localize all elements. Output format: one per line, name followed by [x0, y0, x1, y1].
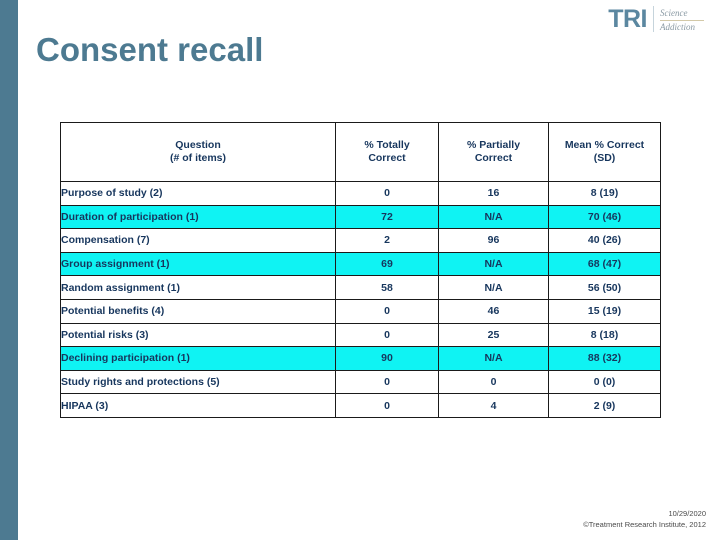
logo-divider	[653, 6, 654, 32]
cell-mean: 56 (50)	[548, 275, 661, 300]
cell-partially: 46	[438, 298, 549, 324]
column-header-question-line2: (# of items)	[169, 152, 226, 164]
table-row: Potential benefits (4) 0 46 15 (19)	[60, 298, 661, 324]
cell-totally: 0	[335, 181, 439, 206]
cell-mean: 70 (46)	[548, 204, 661, 230]
consent-recall-table: Question (# of items) % Totally Correct …	[60, 122, 661, 418]
table-row: HIPAA (3) 0 4 2 (9)	[60, 393, 661, 418]
cell-mean: 40 (26)	[548, 228, 661, 253]
cell-partially: 96	[438, 228, 549, 253]
cell-totally: 0	[335, 393, 439, 418]
cell-mean: 8 (19)	[548, 181, 661, 206]
cell-question: Study rights and protections (5)	[60, 369, 336, 395]
cell-question: Random assignment (1)	[60, 275, 336, 300]
table-row: Random assignment (1) 58 N/A 56 (50)	[60, 275, 661, 300]
column-header-totally-line2: Correct	[368, 152, 406, 164]
column-header-totally-correct: % Totally Correct	[335, 122, 439, 182]
cell-mean: 0 (0)	[548, 369, 661, 395]
cell-mean: 68 (47)	[548, 251, 661, 277]
logo-tagline: Science Addiction	[660, 6, 704, 33]
cell-question: Compensation (7)	[60, 228, 336, 253]
cell-totally: 0	[335, 322, 439, 348]
table-row: Study rights and protections (5) 0 0 0 (0)	[60, 369, 661, 395]
column-header-mean-line1: Mean % Correct	[564, 139, 645, 151]
cell-totally: 0	[335, 369, 439, 395]
cell-totally: 58	[335, 275, 439, 300]
cell-partially: N/A	[438, 275, 549, 300]
cell-question: Duration of participation (1)	[60, 204, 336, 230]
slide-footer: 10/29/2020 ©Treatment Research Institute…	[583, 508, 706, 530]
tri-logo: TRI Science Addiction	[608, 6, 704, 40]
footer-date: 10/29/2020	[668, 509, 706, 518]
logo-wordmark: TRI	[608, 5, 647, 33]
footer-copyright: ©Treatment Research Institute, 2012	[583, 520, 706, 529]
cell-partially: N/A	[438, 346, 549, 371]
cell-partially: 4	[438, 393, 549, 418]
cell-question: Potential risks (3)	[60, 322, 336, 348]
page-title: Consent recall	[36, 31, 264, 68]
table-row: Group assignment (1) 69 N/A 68 (47)	[60, 251, 661, 277]
table-row: Duration of participation (1) 72 N/A 70 (46…	[60, 204, 661, 230]
cell-question: HIPAA (3)	[60, 393, 336, 418]
cell-mean: 88 (32)	[548, 346, 661, 371]
logo-tagline-line1: Science	[660, 8, 688, 18]
table-row: Purpose of study (2) 0 16 8 (19)	[60, 181, 661, 206]
cell-partially: 0	[438, 369, 549, 395]
cell-totally: 0	[335, 298, 439, 324]
table-row: Declining participation (1) 90 N/A 88 (32)	[60, 346, 661, 371]
cell-mean: 2 (9)	[548, 393, 661, 418]
table-header: Question (# of items) % Totally Correct …	[60, 122, 661, 182]
logo-tagline-underline	[660, 20, 704, 21]
consent-recall-table-container: Question (# of items) % Totally Correct …	[60, 122, 661, 418]
column-header-totally-line1: % Totally	[364, 139, 410, 151]
cell-mean: 15 (19)	[548, 298, 661, 324]
column-header-question: Question (# of items)	[60, 122, 336, 182]
cell-partially: 16	[438, 181, 549, 206]
cell-totally: 90	[335, 346, 439, 371]
cell-partially: 25	[438, 322, 549, 348]
column-header-question-line1: Question	[175, 139, 221, 151]
cell-totally: 69	[335, 251, 439, 277]
column-header-mean-line2: (SD)	[593, 152, 616, 164]
table-header-row: Question (# of items) % Totally Correct …	[60, 122, 661, 182]
logo-tagline-line2: Addiction	[660, 22, 695, 32]
cell-partially: N/A	[438, 251, 549, 277]
column-header-partially-line2: Correct	[474, 152, 513, 164]
table-row: Compensation (7) 2 96 40 (26)	[60, 228, 661, 253]
column-header-partially-line1: % Partially	[466, 139, 521, 151]
cell-partially: N/A	[438, 204, 549, 230]
cell-question: Group assignment (1)	[60, 251, 336, 277]
left-accent-bar	[0, 0, 18, 540]
table-row: Potential risks (3) 0 25 8 (18)	[60, 322, 661, 348]
cell-question: Declining participation (1)	[60, 346, 336, 371]
column-header-partially-correct: % Partially Correct	[438, 122, 549, 182]
cell-mean: 8 (18)	[548, 322, 661, 348]
column-header-mean-correct: Mean % Correct (SD)	[548, 122, 661, 182]
cell-question: Potential benefits (4)	[60, 298, 336, 324]
slide-canvas: TRI Science Addiction Consent recall Que…	[0, 0, 720, 540]
cell-question: Purpose of study (2)	[60, 181, 336, 206]
table-body: Purpose of study (2) 0 16 8 (19) Duration of…	[60, 181, 661, 418]
cell-totally: 2	[335, 228, 439, 253]
cell-totally: 72	[335, 204, 439, 230]
